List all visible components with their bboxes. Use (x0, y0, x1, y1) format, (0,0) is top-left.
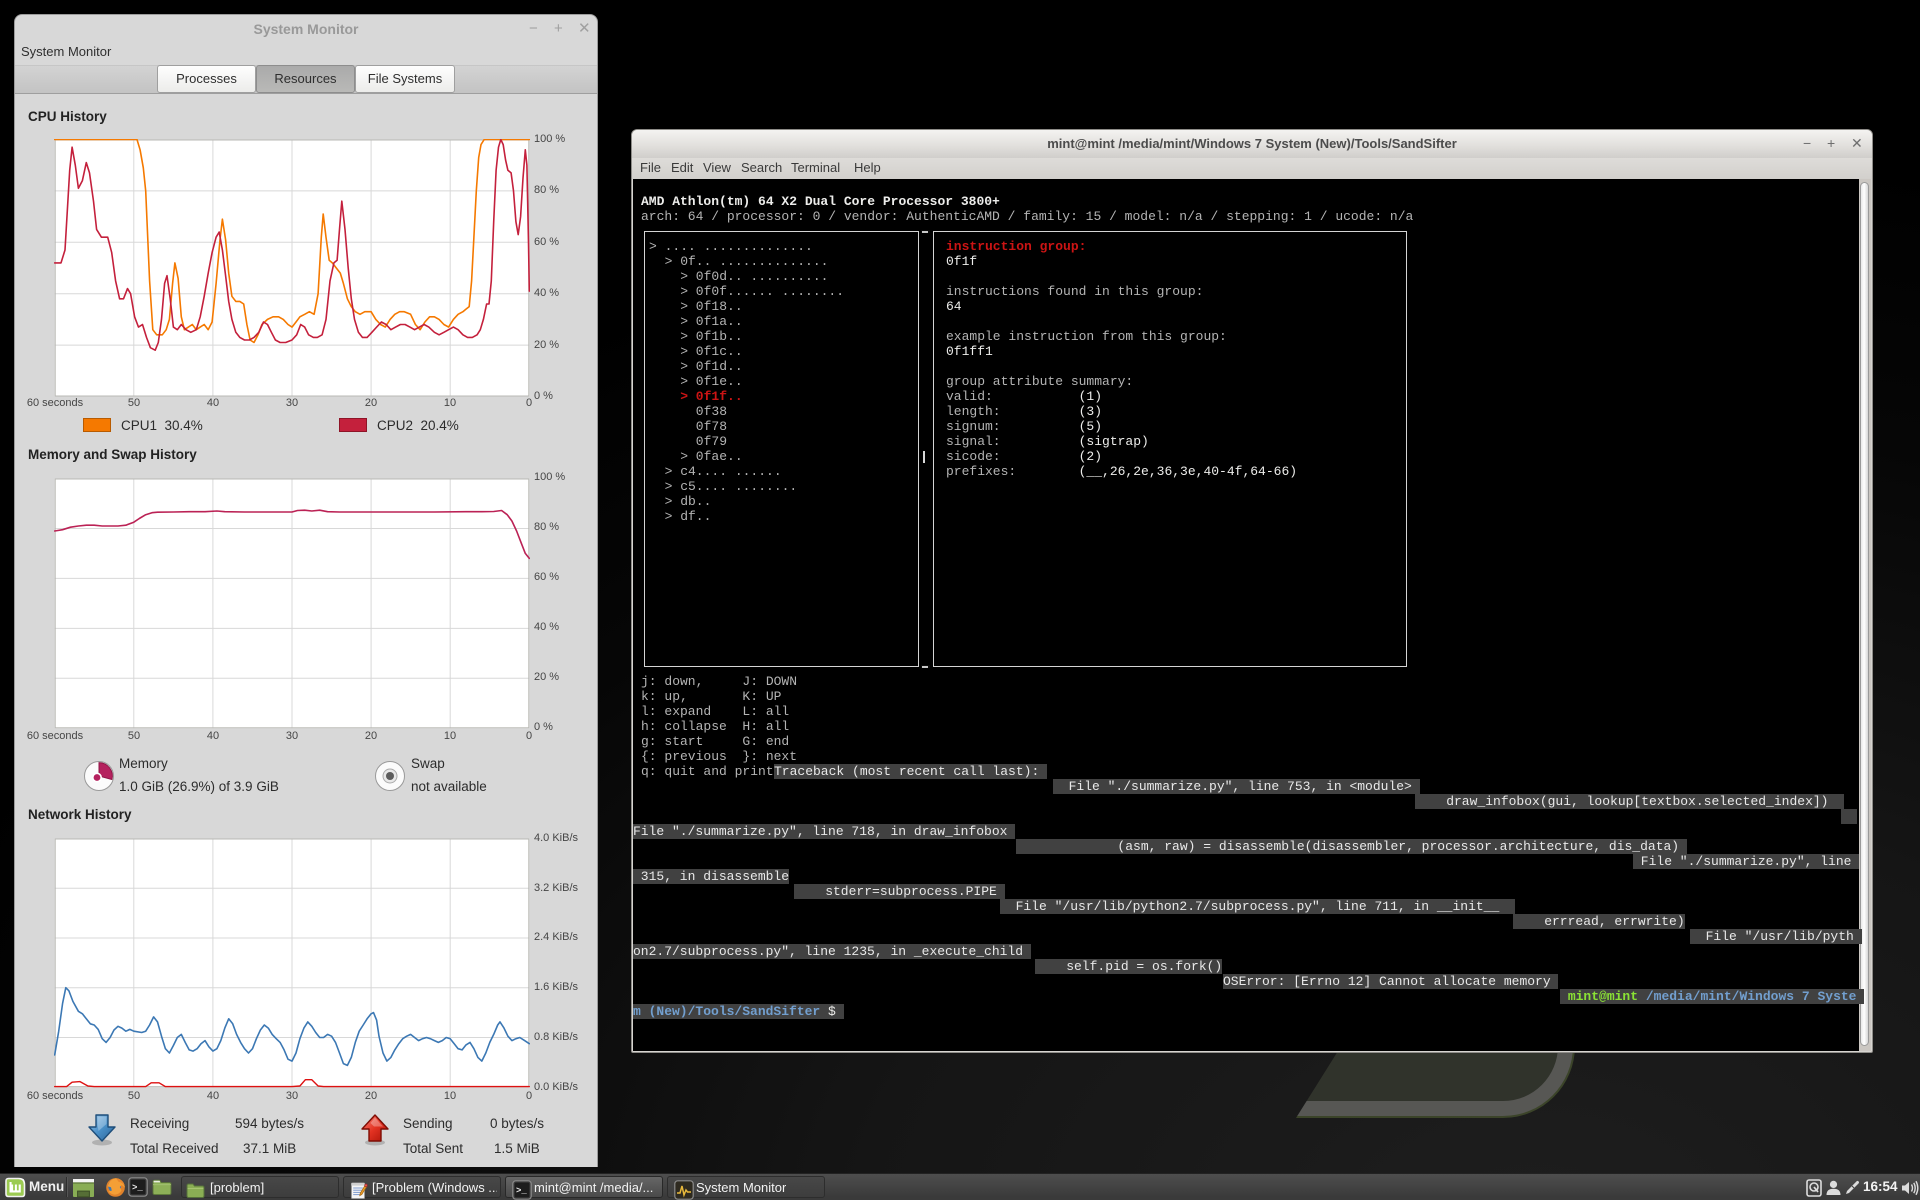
svg-text:>_: >_ (132, 1183, 143, 1193)
svg-text:>_: >_ (516, 1186, 527, 1196)
